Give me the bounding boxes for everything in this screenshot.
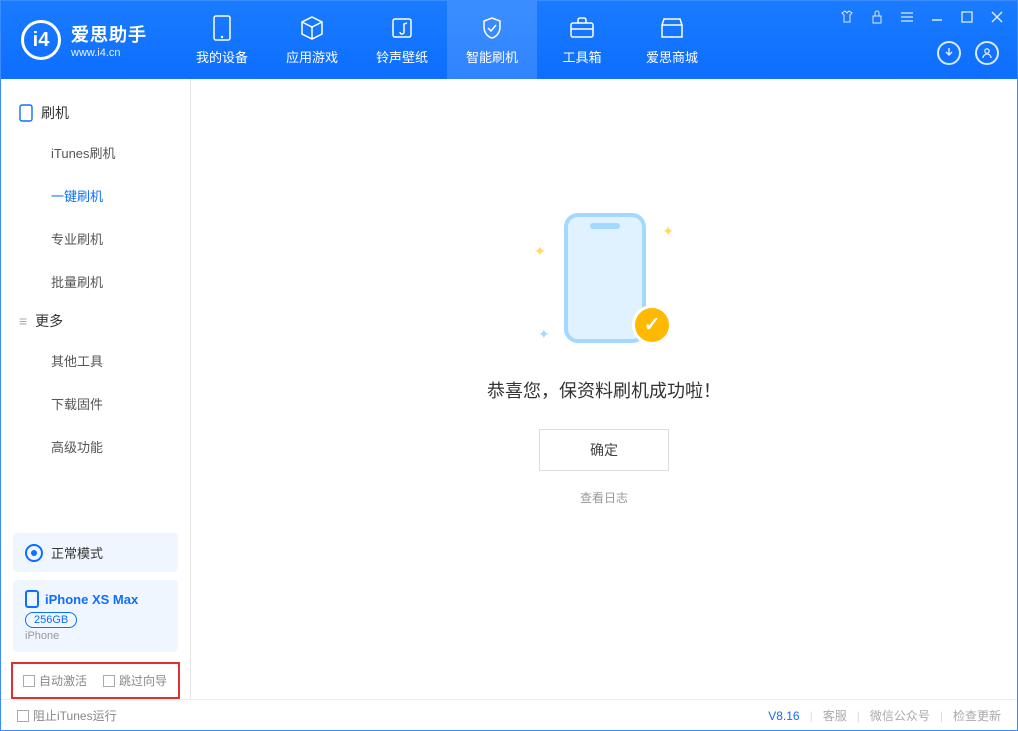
toolbox-icon <box>569 15 595 41</box>
sidebar: 刷机 iTunes刷机 一键刷机 专业刷机 批量刷机 ≡ 更多 其他工具 下载固… <box>1 79 191 699</box>
tab-label: 应用游戏 <box>286 47 338 66</box>
sidebar-item-batch-flash[interactable]: 批量刷机 <box>1 260 190 303</box>
download-button[interactable] <box>937 41 961 65</box>
success-message: 恭喜您，保资料刷机成功啦！ <box>487 377 721 403</box>
wechat-link[interactable]: 微信公众号 <box>870 707 930 724</box>
checkbox-icon <box>23 675 35 687</box>
capacity-badge: 256GB <box>25 612 77 628</box>
user-button[interactable] <box>975 41 999 65</box>
sidebar-section-more[interactable]: ≡ 更多 <box>1 303 190 339</box>
nav-tabs: 我的设备 应用游戏 铃声壁纸 智能刷机 工具箱 爱思商城 <box>177 1 717 79</box>
success-illustration: ✓ ✦ ✦ ✦ <box>544 213 664 353</box>
tab-my-device[interactable]: 我的设备 <box>177 1 267 79</box>
mode-label: 正常模式 <box>51 543 103 562</box>
sidebar-item-itunes-flash[interactable]: iTunes刷机 <box>1 131 190 174</box>
tab-ringtones[interactable]: 铃声壁纸 <box>357 1 447 79</box>
logo[interactable]: i4 爱思助手 www.i4.cn <box>1 20 167 60</box>
phone-icon <box>19 104 33 122</box>
block-itunes-checkbox[interactable]: 阻止iTunes运行 <box>17 707 117 724</box>
auto-activate-checkbox[interactable]: 自动激活 <box>23 672 87 689</box>
minimize-icon[interactable] <box>929 9 945 25</box>
view-log-link[interactable]: 查看日志 <box>580 489 628 506</box>
shield-icon <box>479 15 505 41</box>
checkbox-icon <box>103 675 115 687</box>
footer: 阻止iTunes运行 V8.16 | 客服 | 微信公众号 | 检查更新 <box>1 699 1017 731</box>
list-icon: ≡ <box>19 313 27 329</box>
app-url: www.i4.cn <box>71 47 147 59</box>
app-name: 爱思助手 <box>71 21 147 47</box>
sparkle-icon: ✦ <box>538 326 550 343</box>
tab-label: 我的设备 <box>196 47 248 66</box>
header-actions <box>937 41 999 65</box>
music-icon <box>389 15 415 41</box>
sidebar-section-flash[interactable]: 刷机 <box>1 95 190 131</box>
device-phone-icon <box>25 590 39 608</box>
tab-apps[interactable]: 应用游戏 <box>267 1 357 79</box>
sidebar-item-pro-flash[interactable]: 专业刷机 <box>1 217 190 260</box>
sparkle-icon: ✦ <box>534 243 546 260</box>
sidebar-item-oneclick-flash[interactable]: 一键刷机 <box>1 174 190 217</box>
tab-label: 智能刷机 <box>466 47 518 66</box>
support-link[interactable]: 客服 <box>823 707 847 724</box>
window-controls <box>839 9 1005 25</box>
checkbox-label: 自动激活 <box>39 672 87 689</box>
tab-label: 爱思商城 <box>646 47 698 66</box>
sidebar-item-download-firmware[interactable]: 下载固件 <box>1 382 190 425</box>
sparkle-icon: ✦ <box>662 223 674 240</box>
device-name: iPhone XS Max <box>45 592 138 607</box>
tab-store[interactable]: 爱思商城 <box>627 1 717 79</box>
version-label: V8.16 <box>768 709 799 723</box>
sidebar-item-other-tools[interactable]: 其他工具 <box>1 339 190 382</box>
store-icon <box>659 15 685 41</box>
close-icon[interactable] <box>989 9 1005 25</box>
highlighted-options: 自动激活 跳过向导 <box>11 662 180 699</box>
checkbox-label: 阻止iTunes运行 <box>33 707 117 724</box>
maximize-icon[interactable] <box>959 9 975 25</box>
mode-card[interactable]: 正常模式 <box>13 533 178 572</box>
tab-flash[interactable]: 智能刷机 <box>447 1 537 79</box>
skip-guide-checkbox[interactable]: 跳过向导 <box>103 672 167 689</box>
tab-label: 铃声壁纸 <box>376 47 428 66</box>
ok-button[interactable]: 确定 <box>539 429 669 471</box>
tab-label: 工具箱 <box>562 47 601 66</box>
check-update-link[interactable]: 检查更新 <box>953 707 1001 724</box>
header: i4 爱思助手 www.i4.cn 我的设备 应用游戏 铃声壁纸 智能刷机 工具… <box>1 1 1017 79</box>
tshirt-icon[interactable] <box>839 9 855 25</box>
mode-icon <box>25 544 43 562</box>
sidebar-item-advanced[interactable]: 高级功能 <box>1 425 190 468</box>
main-content: ✓ ✦ ✦ ✦ 恭喜您，保资料刷机成功啦！ 确定 查看日志 <box>191 79 1017 699</box>
logo-icon: i4 <box>21 20 61 60</box>
lock-icon[interactable] <box>869 9 885 25</box>
check-circle-icon: ✓ <box>632 305 672 345</box>
cube-icon <box>299 15 325 41</box>
device-icon <box>209 15 235 41</box>
checkbox-icon <box>17 710 29 722</box>
section-label: 刷机 <box>41 103 69 123</box>
tab-toolbox[interactable]: 工具箱 <box>537 1 627 79</box>
section-label: 更多 <box>35 311 63 331</box>
device-card[interactable]: iPhone XS Max 256GB iPhone <box>13 580 178 652</box>
menu-icon[interactable] <box>899 9 915 25</box>
checkbox-label: 跳过向导 <box>119 672 167 689</box>
device-type: iPhone <box>25 630 166 642</box>
